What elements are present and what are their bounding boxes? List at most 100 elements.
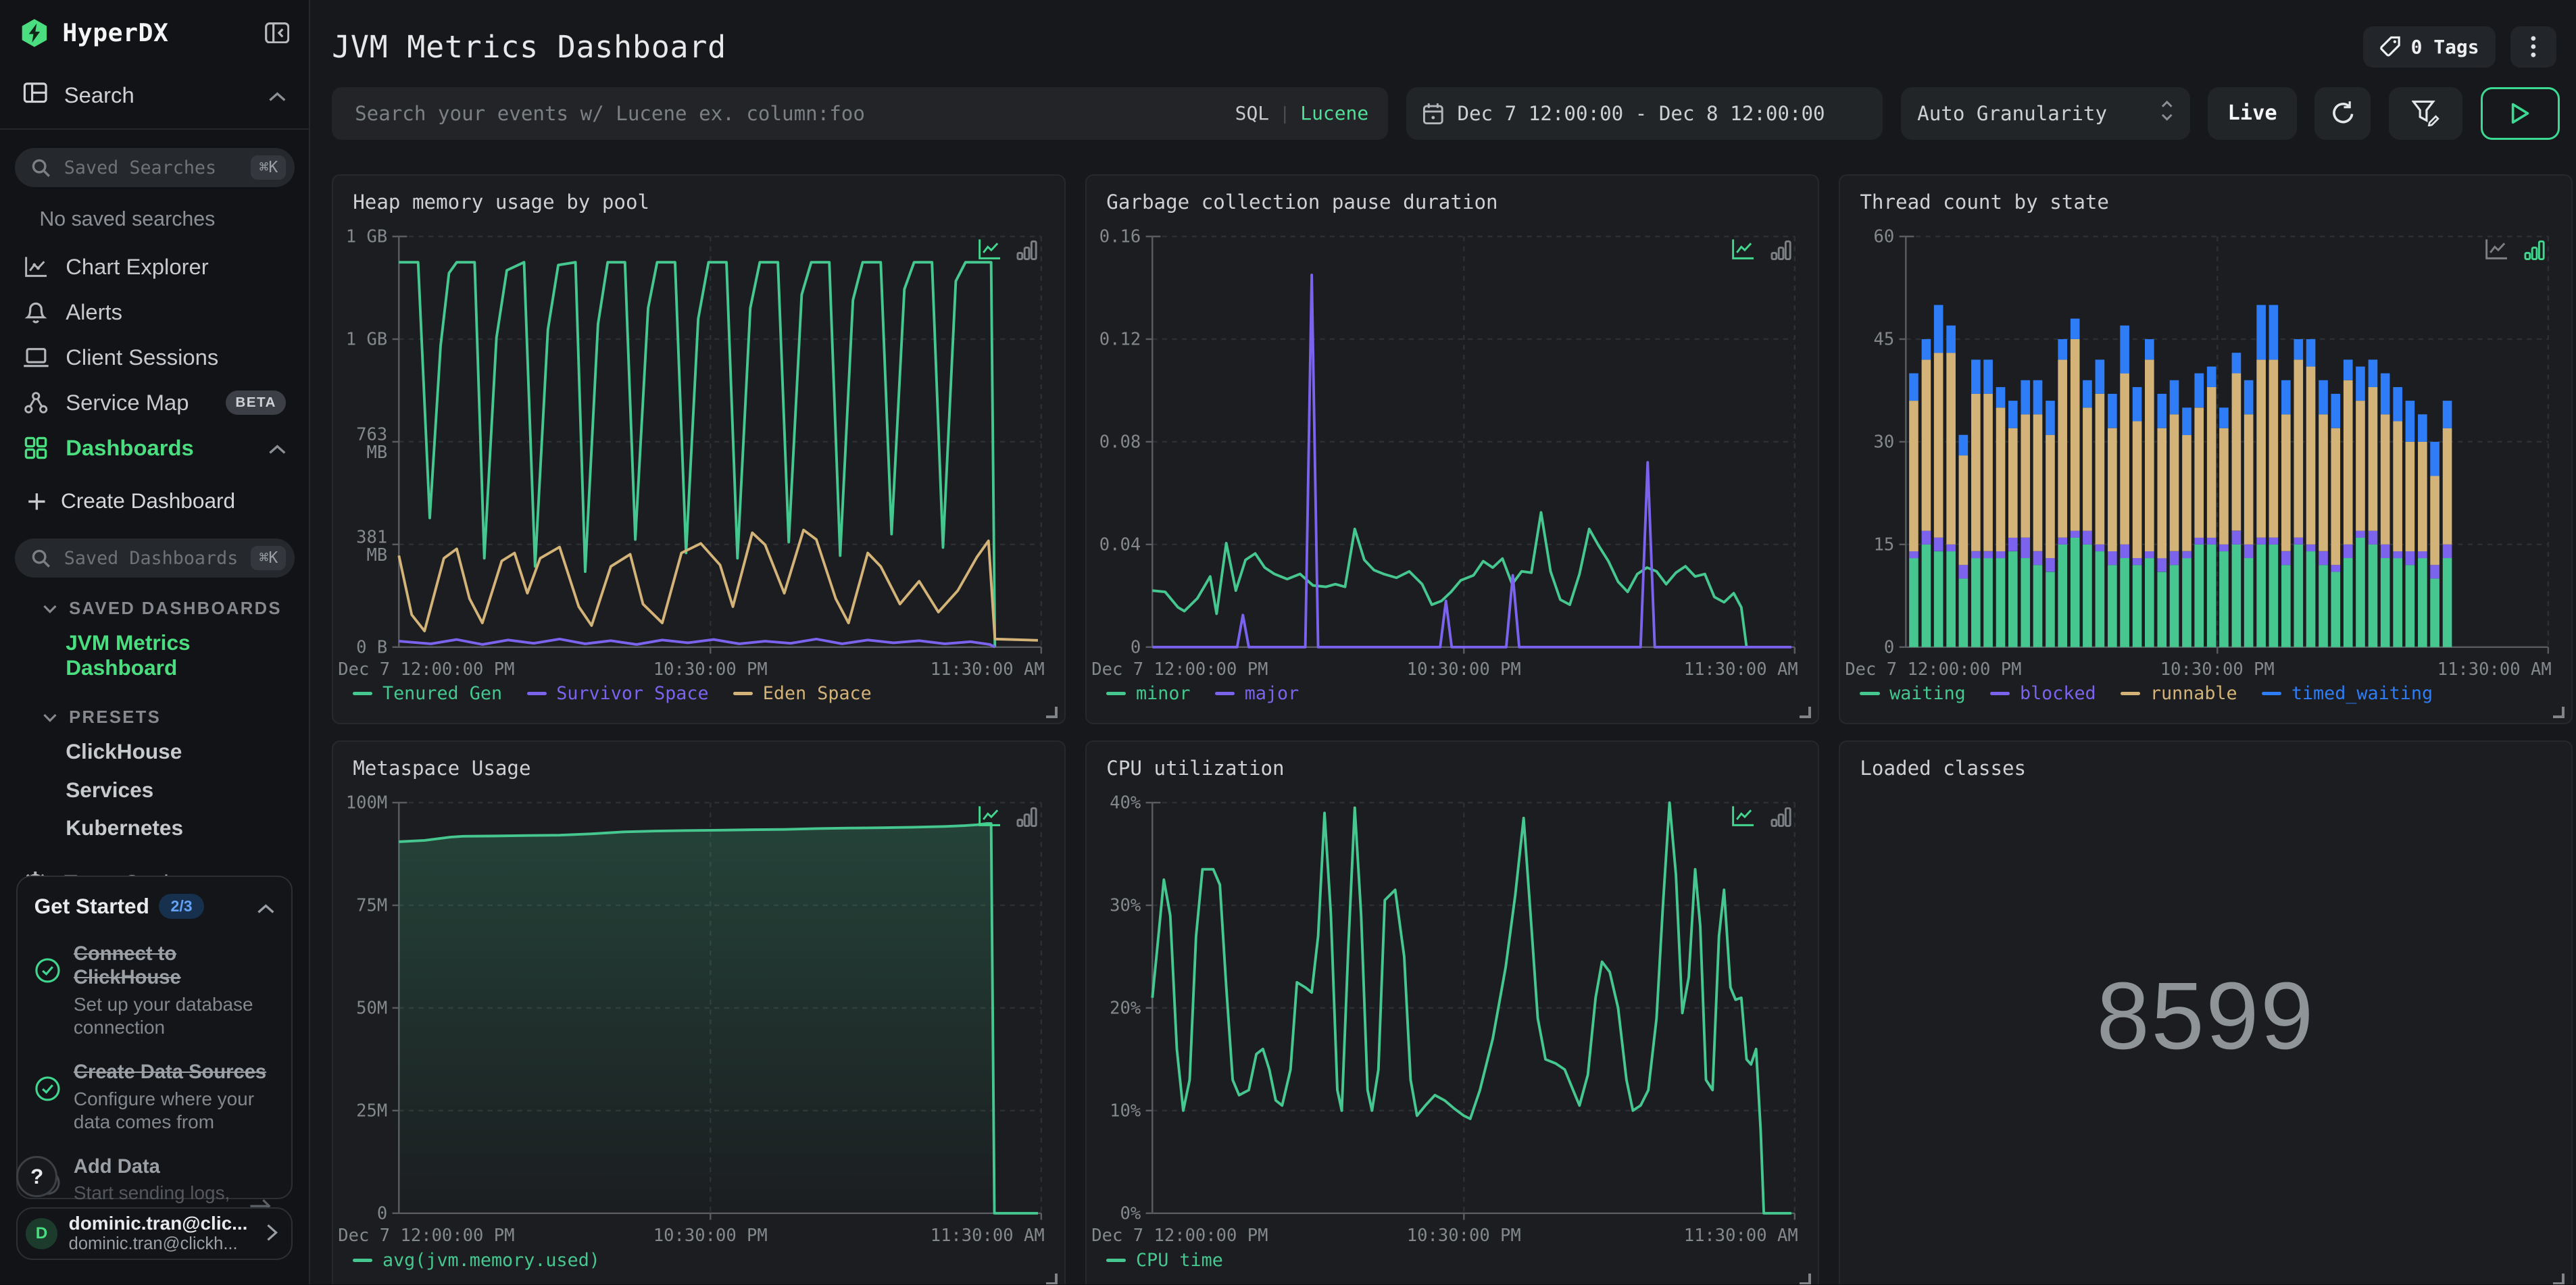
sidebar-item-alerts[interactable]: Alerts <box>0 289 309 334</box>
panel-thread-count: Thread count by state 60 45 30 15 0 Dec 7 12:… <box>1839 174 2573 725</box>
bar-chart-toggle-icon[interactable] <box>1770 805 1792 828</box>
live-label: Live <box>2227 101 2277 126</box>
svg-text:75M: 75M <box>356 896 387 916</box>
svg-text:1 GB: 1 GB <box>346 226 387 247</box>
saved-searches-input[interactable]: ⌘K <box>14 148 295 188</box>
live-button[interactable]: Live <box>2208 86 2297 140</box>
svg-text:Dec 7 12:00:00 PM: Dec 7 12:00:00 PM <box>1091 659 1268 676</box>
legend-swatch <box>1106 691 1126 695</box>
shortcut-badge: ⌘K <box>251 155 287 180</box>
step-title: Connect to ClickHouse <box>73 943 181 989</box>
event-search-input[interactable] <box>351 100 1222 127</box>
svg-text:50M: 50M <box>356 999 387 1019</box>
sidebar-item-service-map[interactable]: Service Map BETA <box>0 380 309 425</box>
legend-swatch <box>353 1258 373 1262</box>
chevron-up-icon[interactable] <box>257 892 275 922</box>
sidebar-collapse-icon[interactable] <box>264 22 290 44</box>
sidebar-item-clickhouse[interactable]: ClickHouse <box>0 732 309 770</box>
sql-toggle[interactable]: SQL <box>1235 102 1269 124</box>
legend-swatch <box>526 691 547 695</box>
user-email: dominic.tran@clickh... <box>68 1234 238 1254</box>
bar-chart-toggle-icon[interactable] <box>1016 805 1038 828</box>
legend-item[interactable]: runnable <box>2121 683 2237 704</box>
bar-chart-toggle-icon[interactable] <box>1016 238 1038 261</box>
resize-handle[interactable] <box>1046 706 1058 718</box>
nav-label: Service Map <box>66 390 189 415</box>
svg-text:0.04: 0.04 <box>1099 534 1141 555</box>
panel-cpu: CPU utilization 40% 30% 20% 10% 0% Dec 7 12:0… <box>1085 740 1820 1285</box>
svg-text:10:30:00 PM: 10:30:00 PM <box>1407 659 1521 676</box>
svg-text:MB: MB <box>367 545 388 565</box>
section-label: SAVED DASHBOARDS <box>69 599 282 618</box>
svg-text:11:30:00 AM: 11:30:00 AM <box>931 659 1045 676</box>
sidebar-item-kubernetes[interactable]: Kubernetes <box>0 809 309 847</box>
sidebar-item-jvm-dashboard[interactable]: JVM Metrics Dashboard <box>0 624 309 686</box>
bar-chart-toggle-icon[interactable] <box>1770 238 1792 261</box>
panel-title: Metaspace Usage <box>353 757 531 780</box>
resize-handle[interactable] <box>1800 1273 1812 1285</box>
line-chart-toggle-icon[interactable] <box>1731 238 1755 261</box>
help-button[interactable]: ? <box>16 1156 58 1198</box>
cpu-chart[interactable]: 40% 30% 20% 10% 0% Dec 7 12:00:00 PM 10:30:00 … <box>1087 791 1818 1246</box>
play-button[interactable] <box>2480 86 2560 140</box>
resize-handle[interactable] <box>2553 1273 2565 1285</box>
chevron-down-icon <box>43 604 57 614</box>
sidebar-item-search[interactable]: Search <box>0 68 309 130</box>
get-started-step-2[interactable]: Create Data Sources Configure where your… <box>34 1061 275 1134</box>
line-chart-toggle-icon[interactable] <box>1731 805 1755 828</box>
resize-handle[interactable] <box>1800 706 1812 718</box>
get-started-step-1[interactable]: Connect to ClickHouse Set up your databa… <box>34 942 275 1039</box>
resize-handle[interactable] <box>1046 1273 1058 1285</box>
lucene-toggle[interactable]: Lucene <box>1300 102 1368 124</box>
sidebar-nav: Chart Explorer Alerts Client Sessions Se… <box>0 244 309 471</box>
svg-text:0.16: 0.16 <box>1099 226 1141 247</box>
legend-item[interactable]: avg(jvm.memory.used) <box>353 1250 600 1271</box>
chevron-up-icon[interactable] <box>268 82 287 108</box>
chart-legend: waiting blocked runnable timed_waiting <box>1860 683 2433 704</box>
saved-searches-field[interactable] <box>60 155 241 180</box>
filter-edit-button[interactable] <box>2388 86 2463 140</box>
svg-text:MB: MB <box>367 443 388 463</box>
sidebar-item-dashboards[interactable]: Dashboards <box>0 426 309 471</box>
section-saved-dashboards[interactable]: SAVED DASHBOARDS <box>43 599 309 619</box>
thread-count-chart[interactable]: 60 45 30 15 0 Dec 7 12:00:00 PM 10:30:00 PM 11:… <box>1840 225 2571 680</box>
svg-text:40%: 40% <box>1110 793 1141 813</box>
legend-item[interactable]: blocked <box>1990 683 2096 704</box>
saved-dashboards-input[interactable]: ⌘K <box>14 538 295 578</box>
section-presets[interactable]: PRESETS <box>43 708 309 728</box>
line-chart-toggle-icon[interactable] <box>977 238 1001 261</box>
panel-menu-button[interactable] <box>2510 26 2556 68</box>
bar-chart-toggle-icon[interactable] <box>2524 238 2546 261</box>
user-menu[interactable]: D dominic.tran@clic... dominic.tran@clic… <box>16 1207 293 1260</box>
legend-item[interactable]: Tenured Gen <box>353 683 502 704</box>
legend-item[interactable]: Survivor Space <box>526 683 709 704</box>
chart-legend: avg(jvm.memory.used) <box>353 1250 600 1271</box>
legend-item[interactable]: major <box>1214 683 1299 704</box>
legend-item[interactable]: timed_waiting <box>2262 683 2433 704</box>
granularity-select[interactable]: Auto Granularity <box>1900 86 2190 140</box>
heap-memory-chart[interactable]: 1 GB 1 GB 763 MB 381 MB 0 B Dec 7 12:00:00 PM 10… <box>333 225 1064 680</box>
tags-button[interactable]: 0 Tags <box>2363 26 2496 68</box>
get-started-title: Get Started <box>34 894 149 919</box>
legend-item[interactable]: minor <box>1106 683 1191 704</box>
resize-handle[interactable] <box>2553 706 2565 718</box>
section-label: PRESETS <box>69 708 162 728</box>
saved-dashboards-field[interactable] <box>60 546 241 571</box>
step-title: Create Data Sources <box>73 1061 267 1083</box>
legend-item[interactable]: waiting <box>1860 683 1966 704</box>
date-range-picker[interactable]: Dec 7 12:00:00 - Dec 8 12:00:00 <box>1406 86 1883 140</box>
chevron-up-icon[interactable] <box>268 435 287 461</box>
refresh-button[interactable] <box>2314 86 2371 140</box>
legend-item[interactable]: Eden Space <box>733 683 872 704</box>
event-search-box[interactable]: SQL | Lucene <box>332 86 1389 140</box>
legend-swatch <box>733 691 753 695</box>
sidebar-item-chart-explorer[interactable]: Chart Explorer <box>0 244 309 289</box>
metaspace-chart[interactable]: 100M 75M 50M 25M 0 Dec 7 12:00:00 PM 10:30:00 … <box>333 791 1064 1246</box>
line-chart-toggle-icon[interactable] <box>977 805 1001 828</box>
gc-pause-chart[interactable]: 0.16 0.12 0.08 0.04 0 Dec 7 12:00:00 PM 10:30:… <box>1087 225 1818 680</box>
line-chart-toggle-icon[interactable] <box>2484 238 2508 261</box>
sidebar-item-client-sessions[interactable]: Client Sessions <box>0 334 309 380</box>
sidebar-item-services[interactable]: Services <box>0 771 309 809</box>
legend-item[interactable]: CPU time <box>1106 1250 1223 1271</box>
create-dashboard-button[interactable]: Create Dashboard <box>0 471 309 520</box>
